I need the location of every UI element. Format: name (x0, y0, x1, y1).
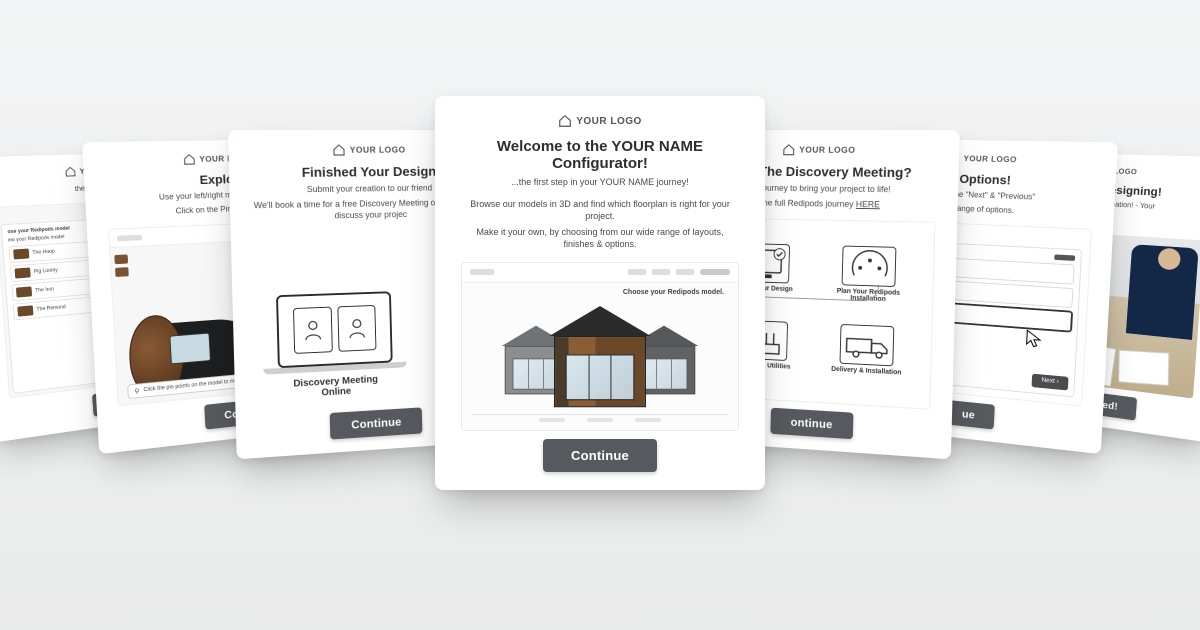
brand-logo: YOUR LOGO (332, 143, 405, 156)
model-carousel (462, 332, 738, 402)
person-icon (292, 307, 332, 354)
center-subtitle: ...the first step in your YOUR NAME jour… (511, 176, 688, 189)
model-thumb-selected[interactable] (549, 327, 650, 408)
card5-sub2: t the full Redipods journey HERE (756, 197, 880, 211)
card6-title: r Options! (951, 171, 1011, 187)
card3-sub1: Submit your creation to our friend (307, 182, 433, 195)
onboarding-card-center: YOUR LOGO Welcome to the YOUR NAME Confi… (435, 96, 765, 490)
caption: Discovery Meeting Online (278, 374, 393, 401)
house-icon (64, 166, 76, 178)
cursor-icon (1024, 328, 1045, 349)
logo-text: YOUR LOGO (799, 145, 855, 155)
center-illustration: Choose your Redipods model. (461, 262, 739, 431)
card-carousel: YOUR LOGO these buttons! ose your Redipo… (0, 0, 1200, 630)
mock-footer (472, 414, 728, 424)
mock-sidebar (114, 249, 170, 281)
journey-step-delivery: Delivery & Installation (828, 324, 906, 377)
continue-button[interactable]: ontinue (770, 408, 854, 440)
next-button[interactable]: Next › (1032, 374, 1069, 391)
pin-icon (133, 387, 141, 395)
center-title: Welcome to the YOUR NAME Configurator! (461, 138, 739, 172)
laptop-online: Discovery Meeting Online (276, 291, 394, 401)
continue-button[interactable]: Continue (543, 439, 657, 472)
brand-logo: YOUR LOGO (558, 114, 642, 128)
mock-browser-bar (462, 263, 738, 283)
truck-icon (840, 325, 895, 367)
house-icon (558, 114, 572, 128)
journey-link[interactable]: HERE (856, 199, 880, 209)
house-icon (183, 153, 196, 166)
card3-title: Finished Your Design (302, 164, 437, 180)
continue-button[interactable]: Continue (330, 407, 422, 439)
logo-text: YOUR LOGO (576, 116, 642, 127)
person-icon (337, 305, 376, 352)
center-desc2: Make it your own, by choosing from our w… (461, 226, 739, 251)
logo-text: YOUR LOGO (350, 145, 406, 155)
center-desc1: Browse our models in 3D and find which f… (461, 198, 739, 223)
house-icon (782, 143, 795, 156)
model-picker-heading: Choose your Redipods model. (623, 289, 724, 296)
house-icon (332, 143, 346, 156)
logo-text: YOUR LOGO (963, 154, 1017, 164)
palette-icon (842, 247, 897, 289)
brand-logo: YOUR LOGO (782, 143, 855, 156)
card5-sub1: the journey to bring your project to lif… (747, 182, 891, 196)
